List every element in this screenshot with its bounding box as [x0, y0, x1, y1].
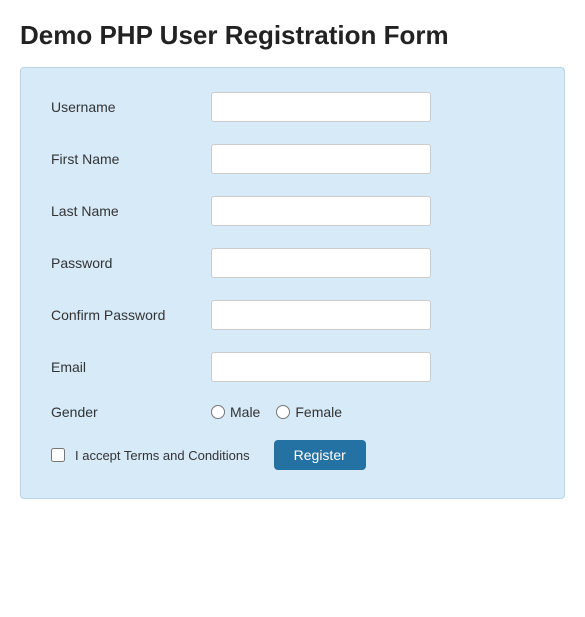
- page-title: Demo PHP User Registration Form: [20, 20, 565, 51]
- gender-label: Gender: [51, 404, 211, 420]
- confirm-password-row: Confirm Password: [51, 300, 534, 330]
- terms-row: I accept Terms and Conditions Register: [51, 440, 534, 470]
- gender-options: Male Female: [211, 404, 342, 420]
- gender-female-label: Female: [295, 404, 342, 420]
- registration-form: Username First Name Last Name Password C…: [20, 67, 565, 499]
- password-input[interactable]: [211, 248, 431, 278]
- gender-male-radio[interactable]: [211, 405, 225, 419]
- last-name-input[interactable]: [211, 196, 431, 226]
- first-name-label: First Name: [51, 151, 211, 167]
- first-name-input[interactable]: [211, 144, 431, 174]
- gender-male-label: Male: [230, 404, 260, 420]
- username-input[interactable]: [211, 92, 431, 122]
- email-row: Email: [51, 352, 534, 382]
- register-button[interactable]: Register: [274, 440, 366, 470]
- terms-checkbox[interactable]: [51, 448, 65, 462]
- gender-male-option[interactable]: Male: [211, 404, 260, 420]
- gender-female-radio[interactable]: [276, 405, 290, 419]
- last-name-row: Last Name: [51, 196, 534, 226]
- username-row: Username: [51, 92, 534, 122]
- last-name-label: Last Name: [51, 203, 211, 219]
- email-input[interactable]: [211, 352, 431, 382]
- terms-label: I accept Terms and Conditions: [75, 448, 250, 463]
- password-label: Password: [51, 255, 211, 271]
- username-label: Username: [51, 99, 211, 115]
- gender-row: Gender Male Female: [51, 404, 534, 420]
- confirm-password-label: Confirm Password: [51, 307, 211, 323]
- first-name-row: First Name: [51, 144, 534, 174]
- gender-female-option[interactable]: Female: [276, 404, 342, 420]
- confirm-password-input[interactable]: [211, 300, 431, 330]
- email-label: Email: [51, 359, 211, 375]
- password-row: Password: [51, 248, 534, 278]
